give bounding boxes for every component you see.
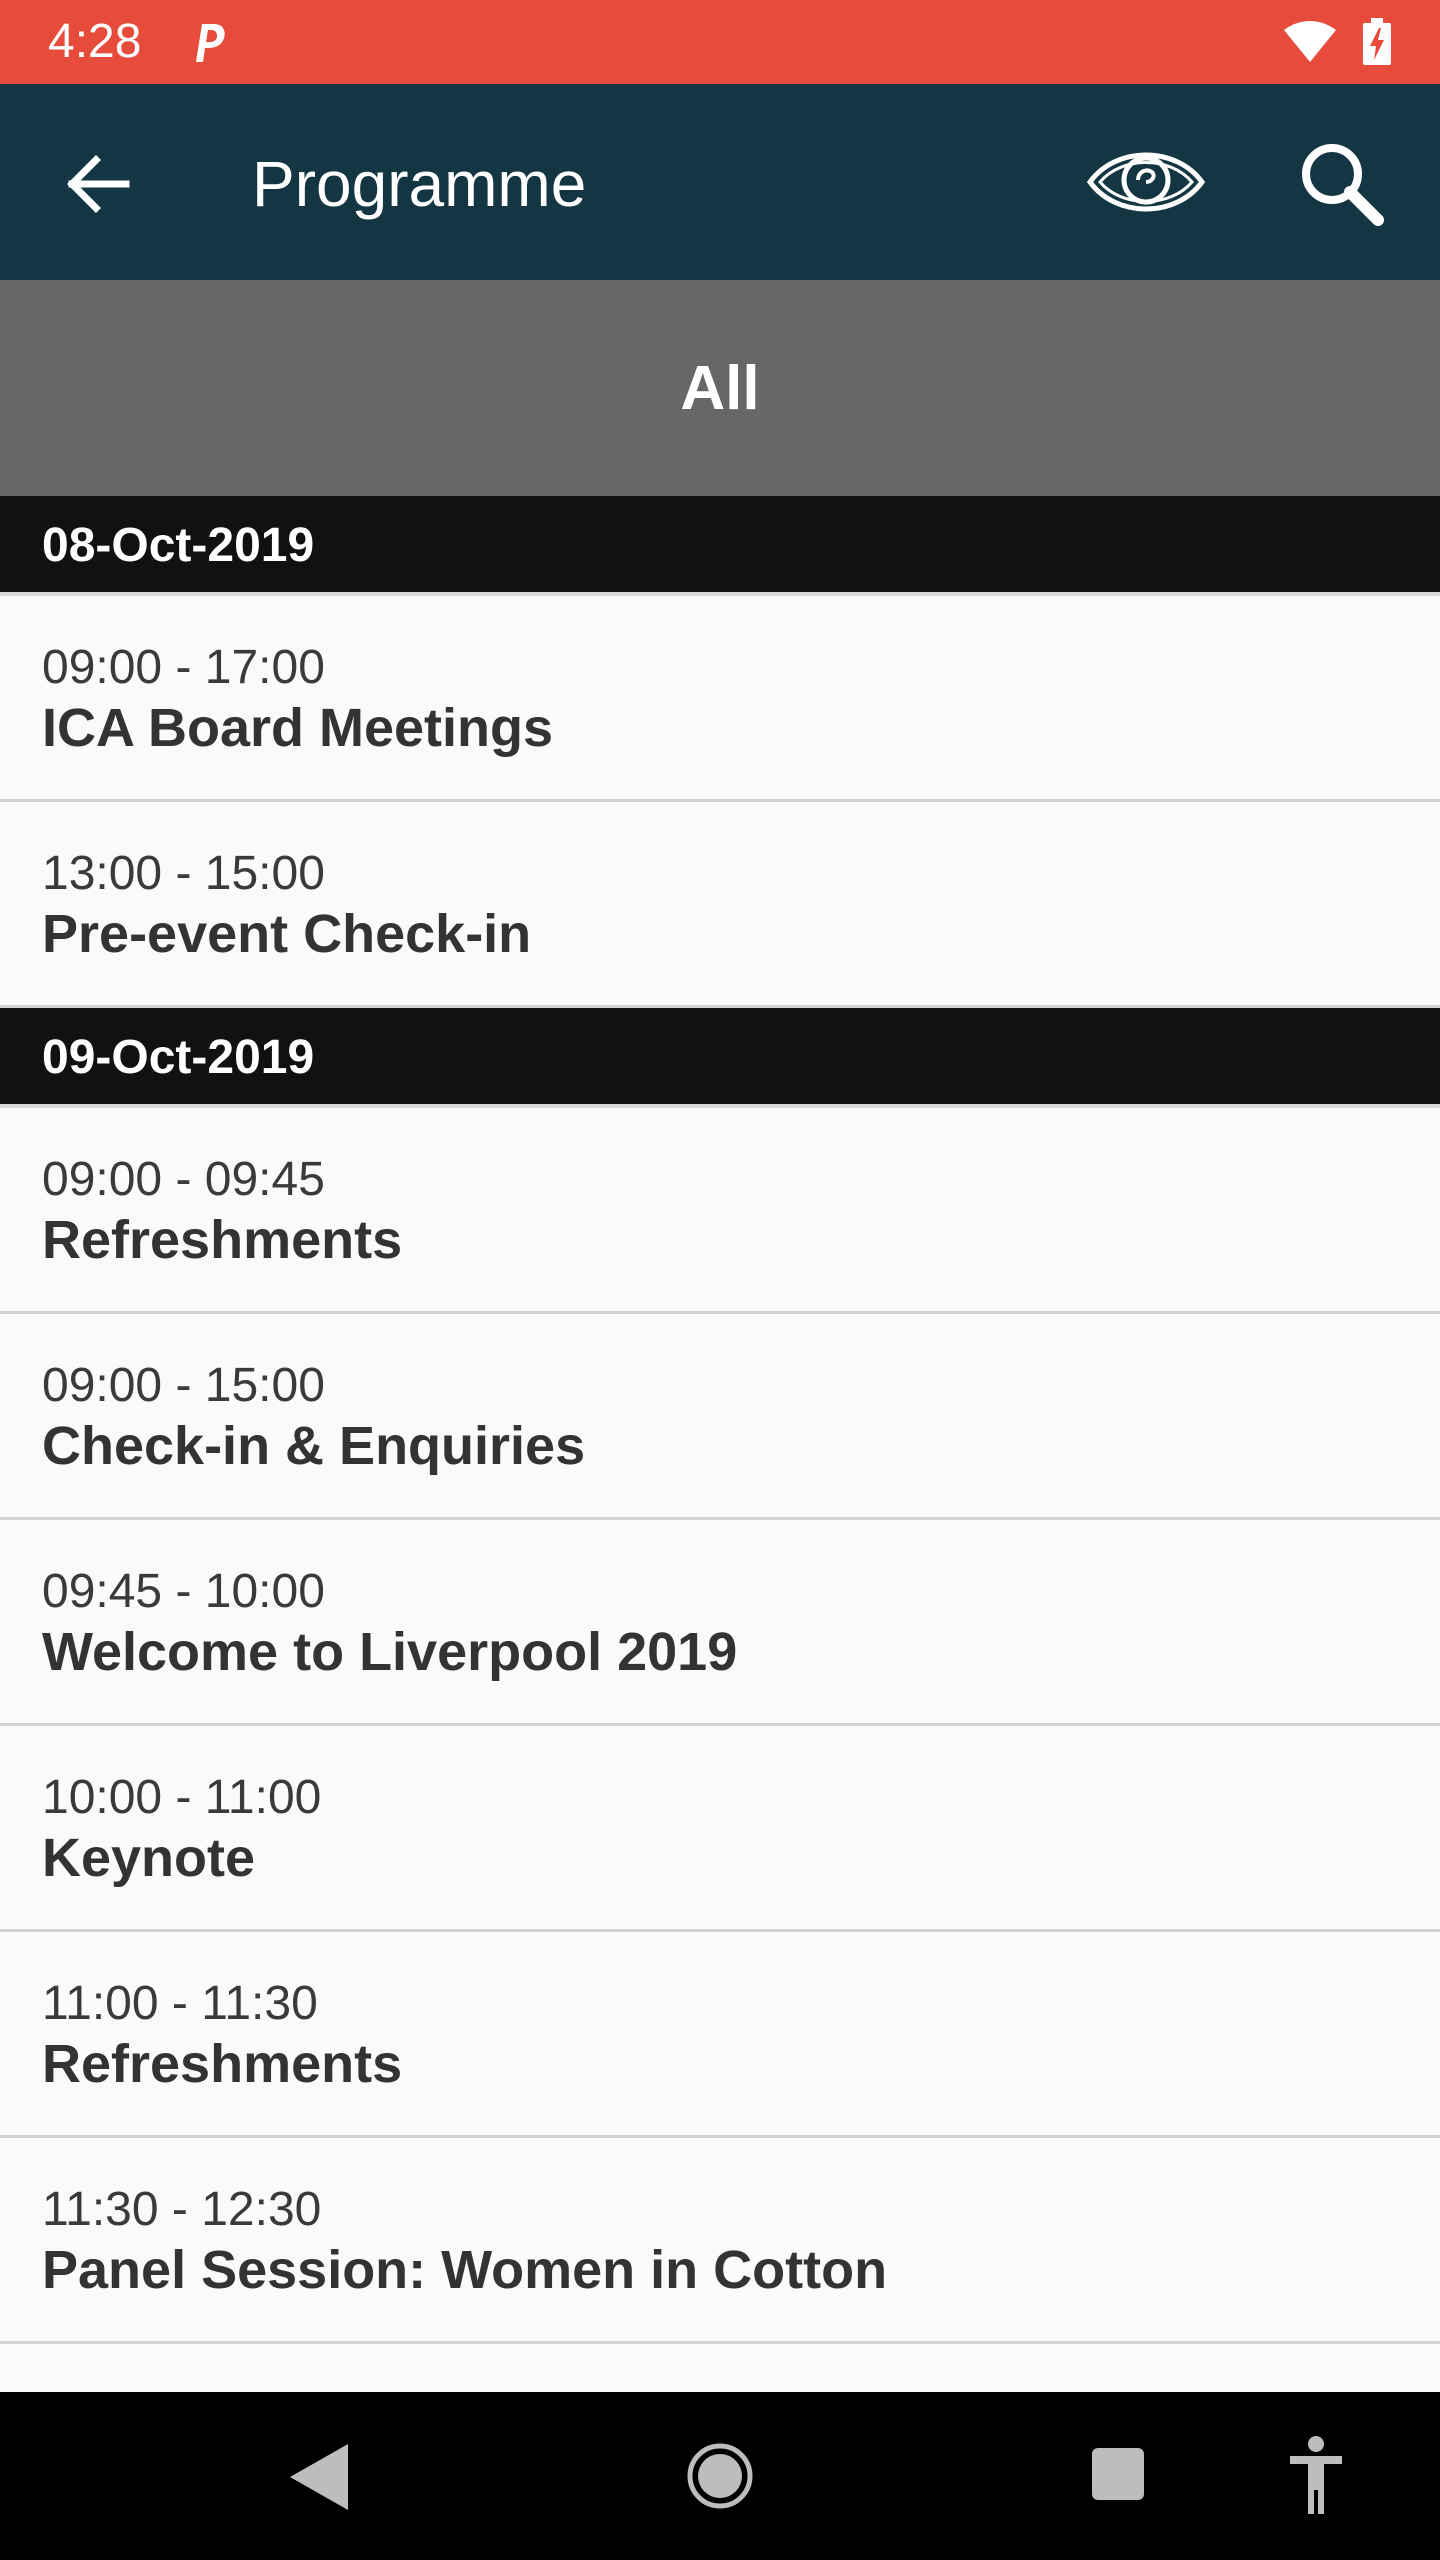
event-time: 09:00 - 17:00 (42, 641, 325, 694)
event-time: 11:30 - 12:30 (42, 2183, 322, 2236)
page-title: Programme (252, 148, 587, 220)
list-item[interactable]: 11:00 - 11:30 Refreshments (0, 1932, 1440, 2138)
event-time: 09:00 - 09:45 (42, 1153, 325, 1206)
list-item[interactable]: 13:00 - 15:00 Pre-event Check-in (0, 802, 1440, 1008)
parking-notification-icon (196, 24, 225, 62)
eye-icon[interactable] (1086, 140, 1206, 224)
event-title: Panel Session: Women in Cotton (42, 2240, 888, 2300)
date-header: 09-Oct-2019 (0, 1008, 1440, 1108)
nav-home-icon[interactable] (684, 2436, 756, 2516)
arrow-back-icon[interactable] (62, 148, 134, 220)
wifi-icon (1284, 21, 1336, 62)
event-title: Keynote (42, 1828, 256, 1888)
event-title: Pre-event Check-in (42, 904, 532, 964)
list-item[interactable]: 09:00 - 09:45 Refreshments (0, 1108, 1440, 1314)
list-item[interactable]: 09:00 - 15:00 Check-in & Enquiries (0, 1314, 1440, 1520)
list-item[interactable]: 09:45 - 10:00 Welcome to Liverpool 2019 (0, 1520, 1440, 1726)
status-bar: 4:28 (0, 0, 1440, 84)
app-bar: Programme (0, 84, 1440, 280)
filter-tab-all[interactable]: All (0, 280, 1440, 496)
event-title: Welcome to Liverpool 2019 (42, 1622, 738, 1682)
programme-list: 08-Oct-2019 09:00 - 17:00 ICA Board Meet… (0, 496, 1440, 2344)
nav-back-icon[interactable] (286, 2440, 352, 2514)
list-item[interactable]: 09:00 - 17:00 ICA Board Meetings (0, 596, 1440, 802)
event-title: Check-in & Enquiries (42, 1416, 586, 1476)
date-header: 08-Oct-2019 (0, 496, 1440, 596)
event-title: ICA Board Meetings (42, 698, 554, 758)
event-title: Refreshments (42, 2034, 403, 2094)
event-title: Refreshments (42, 1210, 403, 1270)
list-item[interactable]: 10:00 - 11:00 Keynote (0, 1726, 1440, 1932)
system-nav-bar (0, 2392, 1440, 2560)
nav-recents-icon[interactable] (1090, 2444, 1146, 2504)
battery-charging-icon (1363, 18, 1391, 65)
event-time: 13:00 - 15:00 (42, 847, 325, 900)
search-icon[interactable] (1296, 138, 1386, 228)
accessibility-icon[interactable] (1286, 2434, 1346, 2518)
event-time: 09:00 - 15:00 (42, 1359, 325, 1412)
status-time: 4:28 (48, 15, 142, 68)
list-item[interactable]: 11:30 - 12:30 Panel Session: Women in Co… (0, 2138, 1440, 2344)
event-time: 10:00 - 11:00 (42, 1771, 322, 1824)
event-time: 09:45 - 10:00 (42, 1565, 325, 1618)
event-time: 11:00 - 11:30 (42, 1977, 318, 2030)
